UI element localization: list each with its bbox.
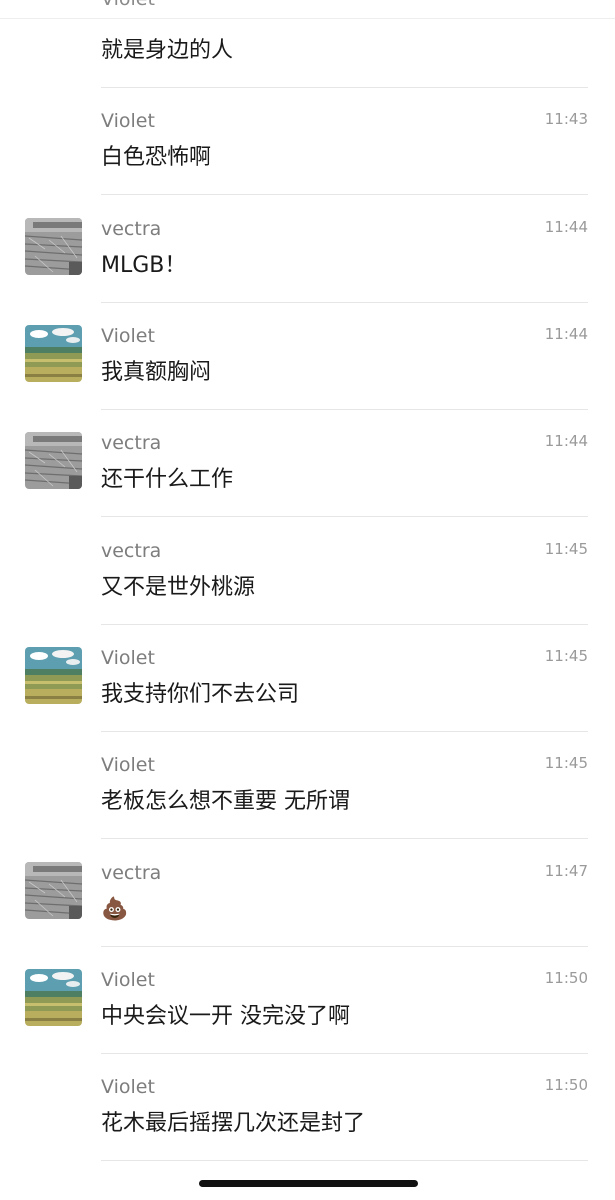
- vectra-avatar[interactable]: [25, 862, 82, 919]
- divider: [101, 838, 588, 839]
- sender-name: vectra: [101, 540, 162, 562]
- message-item[interactable]: Violet 11:44 我真额胸闷: [0, 303, 615, 410]
- poop-emoji-icon: 💩: [101, 897, 129, 922]
- timestamp: 11:47: [544, 862, 588, 880]
- timestamp: 11:43: [544, 110, 588, 128]
- message-text: 就是身边的人: [101, 38, 234, 63]
- message-item[interactable]: Violet 11:43 白色恐怖啊: [0, 88, 615, 195]
- timestamp: 11:45: [544, 647, 588, 665]
- message-text: 老板怎么想不重要 无所谓: [101, 789, 350, 814]
- message-text: 还干什么工作: [101, 467, 234, 492]
- peek-sender: Violet: [101, 0, 155, 10]
- violet-avatar[interactable]: [25, 647, 82, 704]
- timestamp: 11:50: [544, 1076, 588, 1094]
- divider: [101, 1160, 588, 1161]
- vectra-avatar[interactable]: [25, 432, 82, 489]
- message-text: MLGB！: [101, 253, 187, 278]
- divider: [101, 516, 588, 517]
- vectra-avatar[interactable]: [25, 218, 82, 275]
- sender-name: Violet: [101, 110, 155, 132]
- message-item[interactable]: vectra 11:45 又不是世外桃源: [0, 518, 615, 625]
- sender-name: vectra: [101, 862, 162, 884]
- sender-name: Violet: [101, 969, 155, 991]
- message-text: 中央会议一开 没完没了啊: [101, 1004, 350, 1029]
- message-item[interactable]: Violet 11:45 老板怎么想不重要 无所谓: [0, 732, 615, 839]
- message-item[interactable]: vectra 11:44 还干什么工作: [0, 410, 615, 517]
- message-item[interactable]: Violet 11:50 花木最后摇摆几次还是封了: [0, 1054, 615, 1161]
- timestamp: 11:44: [544, 325, 588, 343]
- message-text: 花木最后摇摆几次还是封了: [101, 1111, 366, 1136]
- message-item[interactable]: Violet 11:45 我支持你们不去公司: [0, 625, 615, 732]
- message-list[interactable]: 就是身边的人 Violet 11:43 白色恐怖啊 vectra 11:44 M…: [0, 0, 615, 1200]
- message-item[interactable]: Violet 11:50 中央会议一开 没完没了啊: [0, 947, 615, 1054]
- violet-avatar[interactable]: [25, 325, 82, 382]
- message-text: 白色恐怖啊: [101, 145, 212, 170]
- sender-name: Violet: [101, 647, 155, 669]
- sender-name: Violet: [101, 1076, 155, 1098]
- sender-name: vectra: [101, 218, 162, 240]
- message-item[interactable]: vectra 11:44 MLGB！: [0, 196, 615, 303]
- violet-avatar[interactable]: [25, 969, 82, 1026]
- sender-name: vectra: [101, 432, 162, 454]
- message-text: 我支持你们不去公司: [101, 682, 300, 707]
- timestamp: 11:45: [544, 540, 588, 558]
- message-text: 又不是世外桃源: [101, 575, 256, 600]
- timestamp: 11:50: [544, 969, 588, 987]
- home-indicator[interactable]: [199, 1180, 418, 1187]
- sender-name: Violet: [101, 325, 155, 347]
- divider: [101, 194, 588, 195]
- top-bar: Violet: [0, 0, 615, 19]
- sender-name: Violet: [101, 754, 155, 776]
- message-text: 我真额胸闷: [101, 360, 212, 385]
- message-item[interactable]: vectra 11:47 💩: [0, 840, 615, 947]
- timestamp: 11:44: [544, 432, 588, 450]
- timestamp: 11:45: [544, 754, 588, 772]
- timestamp: 11:44: [544, 218, 588, 236]
